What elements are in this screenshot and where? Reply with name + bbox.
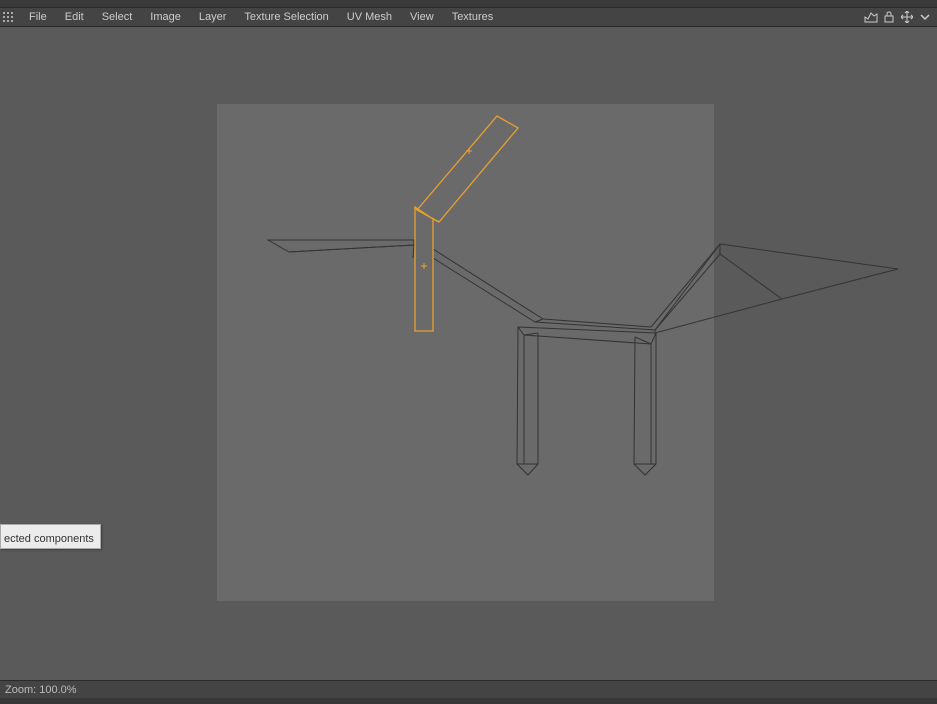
- menu-image[interactable]: Image: [141, 8, 190, 26]
- lock-icon[interactable]: [881, 9, 897, 25]
- menu-layer[interactable]: Layer: [190, 8, 236, 26]
- uv-viewport[interactable]: [0, 27, 937, 680]
- menu-file[interactable]: File: [20, 8, 56, 26]
- statusbar: Zoom: 100.0%: [0, 680, 937, 704]
- menubar: File Edit Select Image Layer Texture Sel…: [0, 8, 937, 27]
- zoom-label: Zoom:: [5, 684, 36, 696]
- zoom-indicator: Zoom: 100.0%: [0, 681, 82, 699]
- menu-textures[interactable]: Textures: [443, 8, 503, 26]
- histogram-icon[interactable]: [863, 9, 879, 25]
- menu-uv-mesh[interactable]: UV Mesh: [338, 8, 401, 26]
- menubar-right-tools: [863, 8, 933, 26]
- menu-view[interactable]: View: [401, 8, 443, 26]
- status-bottom-strip: [0, 698, 937, 704]
- tooltip-text: ected components: [4, 533, 94, 545]
- titlebar: [0, 0, 937, 8]
- menu-texture-selection[interactable]: Texture Selection: [235, 8, 337, 26]
- menu-edit[interactable]: Edit: [56, 8, 93, 26]
- zoom-value: 100.0%: [39, 684, 76, 696]
- menu-select[interactable]: Select: [93, 8, 142, 26]
- chevron-down-icon[interactable]: [917, 9, 933, 25]
- move-icon[interactable]: [899, 9, 915, 25]
- app-grid-icon[interactable]: [2, 11, 14, 23]
- uv-texture-canvas: [217, 104, 714, 601]
- tooltip: ected components: [0, 524, 101, 549]
